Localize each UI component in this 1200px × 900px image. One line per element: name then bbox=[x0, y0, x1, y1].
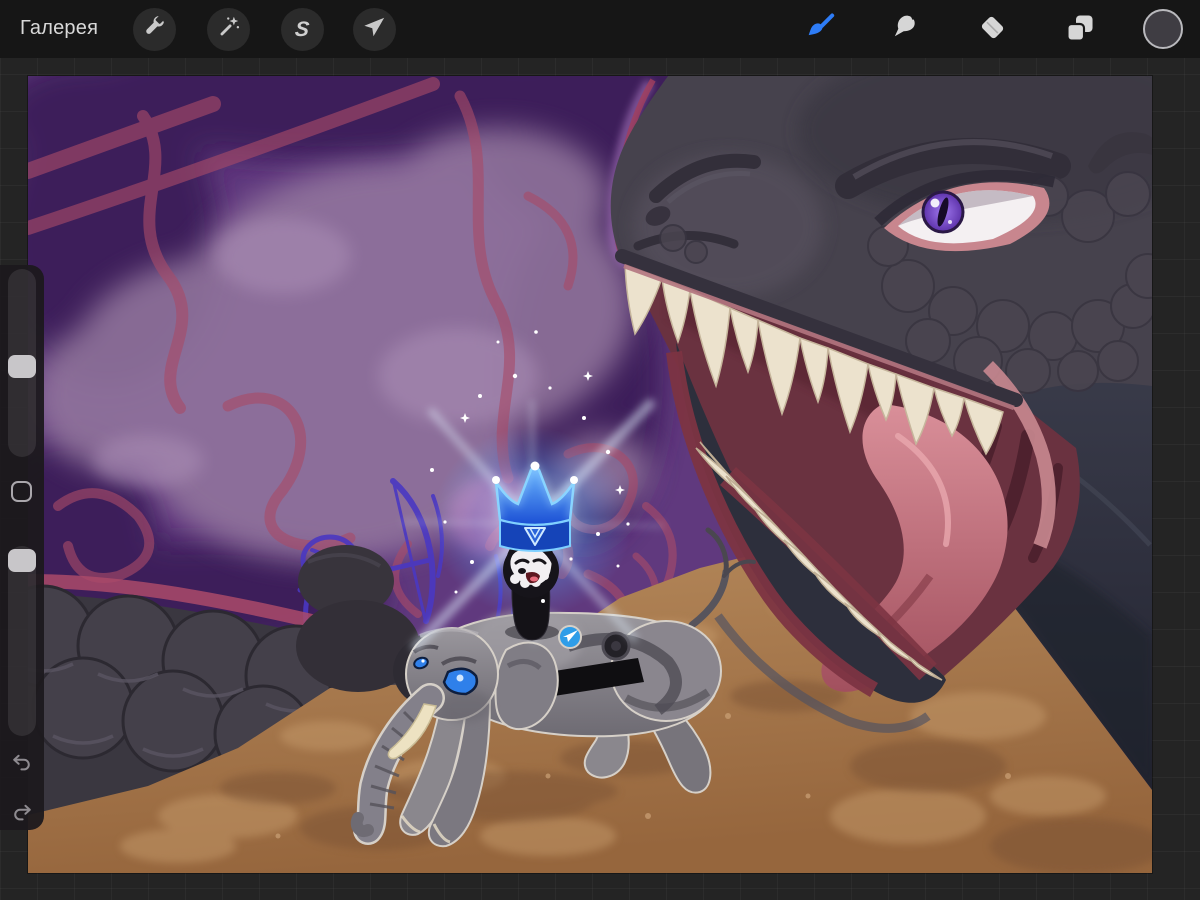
layers-button[interactable] bbox=[1061, 11, 1099, 49]
color-well-button[interactable] bbox=[1143, 9, 1183, 49]
layers-icon bbox=[1064, 12, 1096, 49]
undo-arrow-icon bbox=[10, 754, 34, 779]
eraser-icon bbox=[976, 12, 1008, 49]
actions-button[interactable] bbox=[133, 8, 176, 51]
adjustments-button[interactable] bbox=[207, 8, 250, 51]
brush-size-handle[interactable] bbox=[8, 355, 36, 378]
canvas-artwork bbox=[28, 76, 1152, 873]
smudge-finger-icon bbox=[889, 12, 921, 49]
s-ribbon-icon: S bbox=[294, 17, 311, 41]
transform-button[interactable] bbox=[353, 8, 396, 51]
opacity-handle[interactable] bbox=[8, 549, 36, 572]
brush-icon bbox=[803, 11, 837, 50]
canvas[interactable] bbox=[28, 76, 1152, 873]
opacity-slider[interactable] bbox=[8, 546, 36, 736]
magic-wand-icon bbox=[216, 14, 242, 45]
wrench-icon bbox=[142, 14, 168, 45]
selection-button[interactable]: S bbox=[281, 8, 324, 51]
transform-arrow-icon bbox=[362, 14, 388, 45]
undo-button[interactable] bbox=[10, 751, 34, 775]
top-toolbar: Галерея S bbox=[0, 0, 1200, 58]
paint-tool-button[interactable] bbox=[801, 11, 839, 49]
left-sidebar bbox=[0, 265, 44, 830]
telegram-plane-badge bbox=[558, 625, 582, 649]
redo-button[interactable] bbox=[10, 801, 34, 825]
modify-button[interactable] bbox=[11, 481, 32, 502]
redo-arrow-icon bbox=[10, 804, 34, 829]
erase-tool-button[interactable] bbox=[973, 11, 1011, 49]
gallery-button[interactable]: Галерея bbox=[20, 17, 98, 40]
smudge-tool-button[interactable] bbox=[886, 11, 924, 49]
